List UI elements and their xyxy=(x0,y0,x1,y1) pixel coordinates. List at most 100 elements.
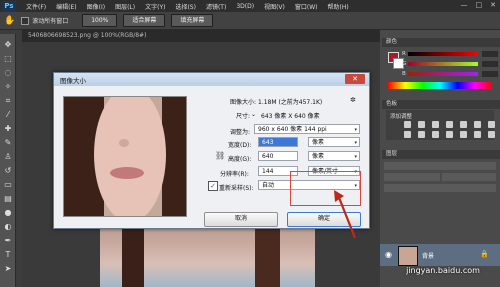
menu-view[interactable]: 视图(V) xyxy=(264,2,285,11)
healing-brush-icon[interactable]: ✚ xyxy=(3,124,13,134)
photoshop-logo: Ps xyxy=(2,0,16,12)
menu-edit[interactable]: 编辑(E) xyxy=(56,2,76,11)
scroll-all-checkbox[interactable] xyxy=(21,16,30,25)
layers-panel-tab[interactable]: 图层 xyxy=(382,150,500,159)
resample-checkbox[interactable]: ✓ xyxy=(208,181,218,191)
g-slider[interactable] xyxy=(408,62,478,66)
posterize-icon[interactable] xyxy=(446,131,453,138)
g-channel-label: G xyxy=(402,61,407,67)
menu-bar: Ps 文件(F) 编辑(E) 图像(I) 图层(L) 文字(Y) 选择(S) 滤… xyxy=(0,0,500,12)
eye-icon[interactable]: ◉ xyxy=(385,250,392,259)
crop-tool-icon[interactable]: ⌗ xyxy=(3,96,13,106)
image-size-label: 图像大小: xyxy=(230,99,257,106)
eyedropper-icon[interactable]: ⁄ xyxy=(3,110,13,120)
preview-nose xyxy=(119,139,129,147)
dimension-value: 643 像素 X 640 像素 xyxy=(261,113,320,120)
layer-row-background[interactable]: ◉ 背景 🔒 xyxy=(380,244,500,266)
dialog-title: 图像大小 xyxy=(60,77,86,85)
width-unit-select[interactable]: 像素 ▾ xyxy=(308,137,360,147)
move-tool-icon[interactable]: ✥ xyxy=(3,40,13,50)
b-slider[interactable] xyxy=(408,72,478,76)
pen-tool-icon[interactable]: ✒ xyxy=(3,236,13,246)
image-preview[interactable] xyxy=(63,96,187,217)
opacity-field[interactable] xyxy=(442,173,496,181)
exposure-icon[interactable] xyxy=(446,121,453,128)
add-adjustment-label: 添加调整 xyxy=(390,114,413,120)
adjustment-icons-row-2 xyxy=(404,131,495,138)
magic-wand-icon[interactable]: ✧ xyxy=(3,82,13,92)
adjustments-panel: 添加调整 xyxy=(386,110,495,140)
type-tool-icon[interactable]: T xyxy=(3,250,13,260)
close-icon[interactable]: ✕ xyxy=(490,1,496,9)
menu-help[interactable]: 帮助(H) xyxy=(328,2,349,11)
watermark: jingyan.baidu.com xyxy=(406,266,480,275)
selective-color-icon[interactable] xyxy=(488,131,495,138)
invert-icon[interactable] xyxy=(432,131,439,138)
menu-layer[interactable]: 图层(L) xyxy=(115,2,135,11)
curves-icon[interactable] xyxy=(432,121,439,128)
maximize-icon[interactable]: □ xyxy=(476,1,483,9)
tools-panel: ✥ ⬚ ◌ ✧ ⌗ ⁄ ✚ ✎ ♙ ↺ ▭ ▤ ● ◐ ✒ T ➤ xyxy=(0,34,16,287)
menu-image[interactable]: 图像(I) xyxy=(87,2,105,11)
threshold-icon[interactable] xyxy=(460,131,467,138)
color-ramp[interactable] xyxy=(388,82,492,89)
r-value[interactable] xyxy=(482,51,498,57)
b-value[interactable] xyxy=(482,71,498,77)
pointer-arrow-annotation xyxy=(334,190,357,239)
document-tab[interactable]: 5406806698523.png @ 100%(RGB/8#) xyxy=(22,30,380,42)
width-input[interactable]: 643 xyxy=(258,137,298,147)
hue-icon[interactable] xyxy=(474,121,481,128)
fill-screen-button[interactable]: 填充屏幕 xyxy=(171,14,214,27)
gradient-map-icon[interactable] xyxy=(474,131,481,138)
right-panels: 颜色 R G B 色板 添加调整 图层 ◉ 背景 🔒 xyxy=(380,30,500,287)
menu-window[interactable]: 窗口(W) xyxy=(295,2,318,11)
color-balance-icon[interactable] xyxy=(488,121,495,128)
chevron-down-icon[interactable]: ⌄ xyxy=(251,111,256,118)
layer-kind-filter[interactable] xyxy=(384,162,496,170)
height-unit-select[interactable]: 像素 ▾ xyxy=(308,151,360,161)
menu-filter[interactable]: 滤镜(T) xyxy=(206,2,226,11)
vibrance-icon[interactable] xyxy=(460,121,467,128)
resample-label: 重新采样(S): xyxy=(219,185,254,192)
image-size-value: 1.18M (之前为457.1K) xyxy=(258,99,323,106)
menu-select[interactable]: 选择(S) xyxy=(175,2,196,11)
color-panel-tab[interactable]: 颜色 xyxy=(382,38,500,47)
zoom-100-button[interactable]: 100% xyxy=(82,14,118,27)
brightness-icon[interactable] xyxy=(404,121,411,128)
b-channel-label: B xyxy=(402,71,406,77)
layer-name: 背景 xyxy=(422,253,435,260)
blur-tool-icon[interactable]: ● xyxy=(3,208,13,218)
swatches-panel-tab[interactable]: 色板 xyxy=(382,100,500,109)
brush-tool-icon[interactable]: ✎ xyxy=(3,138,13,148)
fit-to-select[interactable]: 960 x 640 像素 144 ppi ▾ xyxy=(254,124,360,134)
gradient-tool-icon[interactable]: ▤ xyxy=(3,194,13,204)
clone-stamp-icon[interactable]: ♙ xyxy=(3,152,13,162)
eraser-icon[interactable]: ▭ xyxy=(3,180,13,190)
levels-icon[interactable] xyxy=(418,121,425,128)
dialog-titlebar[interactable]: 图像大小 ✕ xyxy=(54,73,369,86)
blend-mode-select[interactable] xyxy=(384,173,440,181)
menu-type[interactable]: 文字(Y) xyxy=(145,2,165,11)
channel-mixer-icon[interactable] xyxy=(418,131,425,138)
height-input[interactable]: 640 xyxy=(258,151,298,161)
layer-thumbnail xyxy=(398,246,418,266)
menu-3d[interactable]: 3D(D) xyxy=(236,3,254,10)
history-brush-icon[interactable]: ↺ xyxy=(3,166,13,176)
lock-icon: 🔒 xyxy=(480,250,489,258)
minimize-icon[interactable]: — xyxy=(461,1,468,9)
lasso-tool-icon[interactable]: ◌ xyxy=(3,68,13,78)
dialog-close-button[interactable]: ✕ xyxy=(345,74,365,84)
gear-icon[interactable]: ✲ xyxy=(350,96,356,104)
menu-file[interactable]: 文件(F) xyxy=(26,2,46,11)
scroll-all-label: 滚动所有窗口 xyxy=(32,18,69,25)
g-value[interactable] xyxy=(482,61,498,67)
width-label: 宽度(D): xyxy=(228,142,252,149)
link-chain-icon[interactable]: ⛓ xyxy=(215,151,225,160)
photo-filter-icon[interactable] xyxy=(404,131,411,138)
marquee-tool-icon[interactable]: ⬚ xyxy=(3,54,13,64)
cancel-button[interactable]: 取消 xyxy=(204,212,278,227)
r-slider[interactable] xyxy=(408,52,478,56)
fit-screen-button[interactable]: 适合屏幕 xyxy=(123,14,166,27)
dodge-tool-icon[interactable]: ◐ xyxy=(3,222,13,232)
path-select-icon[interactable]: ➤ xyxy=(3,264,13,274)
